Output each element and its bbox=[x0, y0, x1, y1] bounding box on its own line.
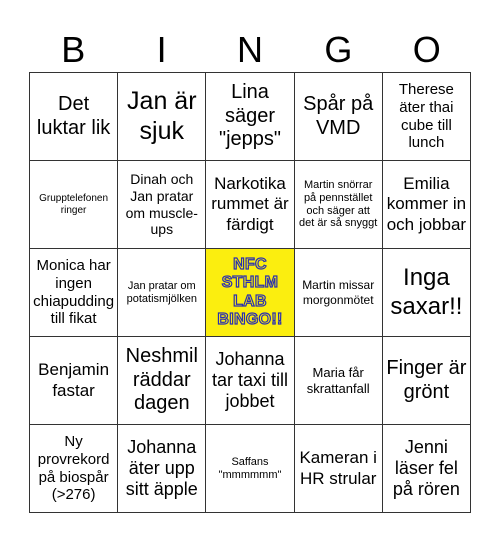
cell-text: Narkotika rummet är färdigt bbox=[211, 174, 289, 234]
header-letter-i: I bbox=[156, 29, 167, 70]
free-space-text: NFC STHLM LAB BINGO!! bbox=[217, 255, 283, 330]
bingo-cell[interactable]: Therese äter thai cube till lunch bbox=[382, 73, 471, 161]
cell-text: Spår på VMD bbox=[303, 92, 374, 139]
cell-text: Benjamin fastar bbox=[38, 360, 110, 400]
cell-text: Jenni läser fel på rören bbox=[392, 436, 460, 500]
cell-text: Monica har ingen chiapudding till fikat bbox=[33, 257, 115, 328]
bingo-grid: Det luktar lik Jan är sjuk Lina säger "j… bbox=[29, 72, 471, 513]
cell-text: Det luktar lik bbox=[36, 92, 111, 139]
bingo-cell[interactable]: Martin missar morgonmötet bbox=[294, 249, 383, 337]
cell-text: Therese äter thai cube till lunch bbox=[398, 81, 454, 152]
cell-text: Emilia kommer in och jobbar bbox=[386, 174, 467, 234]
cell-text: Kameran i HR strular bbox=[299, 448, 377, 488]
cell-text: Martin missar morgonmötet bbox=[302, 278, 375, 307]
cell-text: Neshmil räddar dagen bbox=[125, 345, 198, 415]
header-letter-b: B bbox=[61, 29, 86, 70]
bingo-cell[interactable]: Saffans "mmmmmm" bbox=[206, 425, 295, 513]
bingo-cell[interactable]: Jan pratar om potatismjölken bbox=[118, 249, 207, 337]
free-line: STHLM bbox=[221, 273, 279, 292]
bingo-cell[interactable]: Grupptelefonen ringer bbox=[30, 161, 119, 249]
bingo-cell[interactable]: Benjamin fastar bbox=[30, 337, 119, 425]
bingo-header: B I N G O bbox=[29, 28, 471, 72]
bingo-cell[interactable]: Emilia kommer in och jobbar bbox=[382, 161, 471, 249]
bingo-cell[interactable]: Inga saxar!! bbox=[382, 249, 471, 337]
free-space-cell[interactable]: NFC STHLM LAB BINGO!! bbox=[206, 249, 295, 337]
bingo-cell[interactable]: Jenni läser fel på rören bbox=[382, 425, 471, 513]
bingo-cell[interactable]: Spår på VMD bbox=[294, 73, 383, 161]
cell-text: Johanna äter upp sitt äpple bbox=[125, 436, 198, 500]
bingo-cell[interactable]: Lina säger "jepps" bbox=[206, 73, 295, 161]
cell-text: Jan pratar om potatismjölken bbox=[126, 279, 197, 305]
cell-text: Lina säger "jepps" bbox=[218, 81, 281, 151]
bingo-cell[interactable]: Martin snörrar på pennstället och säger … bbox=[294, 161, 383, 249]
bingo-cell[interactable]: Finger är grönt bbox=[382, 337, 471, 425]
cell-text: Johanna tar taxi till jobbet bbox=[211, 348, 288, 412]
cell-text: Jan är sjuk bbox=[127, 87, 197, 145]
cell-text: Grupptelefonen ringer bbox=[39, 192, 109, 216]
bingo-cell[interactable]: Dinah och Jan pratar om muscle-ups bbox=[118, 161, 207, 249]
cell-text: Inga saxar!! bbox=[390, 264, 463, 320]
cell-text: Maria får skrattanfall bbox=[306, 365, 370, 396]
cell-text: Dinah och Jan pratar om muscle-ups bbox=[125, 171, 198, 238]
bingo-cell[interactable]: Neshmil räddar dagen bbox=[118, 337, 207, 425]
free-line: LAB bbox=[232, 292, 267, 310]
bingo-cell[interactable]: Maria får skrattanfall bbox=[294, 337, 383, 425]
cell-text: Finger är grönt bbox=[386, 356, 467, 403]
cell-text: Martin snörrar på pennstället och säger … bbox=[299, 178, 378, 230]
free-line: BINGO!! bbox=[217, 310, 283, 328]
bingo-cell[interactable]: Det luktar lik bbox=[30, 73, 119, 161]
bingo-cell[interactable]: Ny provrekord på biospår (>276) bbox=[30, 425, 119, 513]
bingo-cell[interactable]: Kameran i HR strular bbox=[294, 425, 383, 513]
cell-text: Ny provrekord på biospår (>276) bbox=[37, 433, 110, 504]
free-line: NFC bbox=[232, 255, 267, 273]
header-letter-o: O bbox=[412, 29, 441, 70]
cell-text: Saffans "mmmmmm" bbox=[218, 455, 282, 481]
bingo-cell[interactable]: Monica har ingen chiapudding till fikat bbox=[30, 249, 119, 337]
bingo-cell[interactable]: Narkotika rummet är färdigt bbox=[206, 161, 295, 249]
bingo-cell[interactable]: Jan är sjuk bbox=[118, 73, 207, 161]
header-letter-g: G bbox=[324, 29, 353, 70]
header-letter-n: N bbox=[236, 29, 263, 70]
bingo-cell[interactable]: Johanna tar taxi till jobbet bbox=[206, 337, 295, 425]
bingo-cell[interactable]: Johanna äter upp sitt äpple bbox=[118, 425, 207, 513]
